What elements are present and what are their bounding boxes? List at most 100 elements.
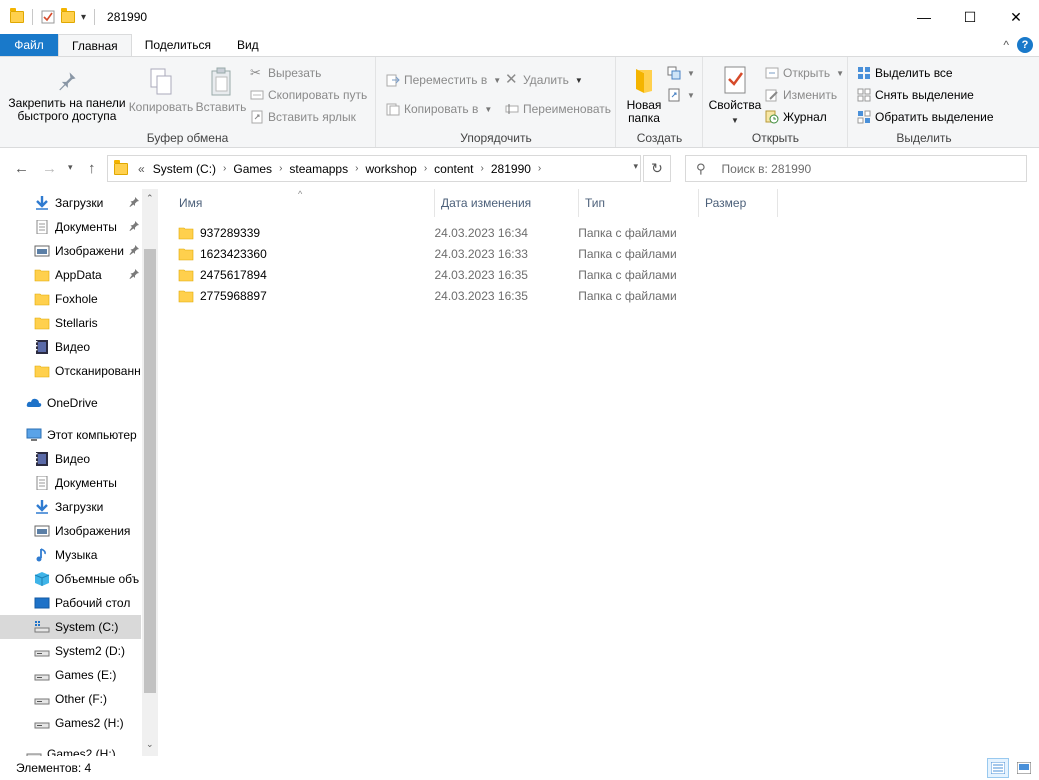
close-button[interactable]: ✕ xyxy=(993,0,1039,34)
sidebar-item[interactable]: Games2 (H:) xyxy=(0,711,141,735)
open-button[interactable]: Открыть ▼ xyxy=(765,64,844,82)
sidebar-item[interactable]: OneDrive xyxy=(0,391,141,415)
sidebar-item[interactable]: Foxhole xyxy=(0,287,141,311)
back-arrow-icon[interactable]: ← xyxy=(14,160,29,177)
sidebar-item[interactable]: System2 (D:) xyxy=(0,639,141,663)
sidebar-item[interactable]: Games2 (H:) xyxy=(0,742,141,756)
customize-toolbar-icon[interactable]: ▾ xyxy=(81,12,86,23)
properties-check-icon[interactable] xyxy=(41,10,55,24)
select-all-button[interactable]: Выделить все xyxy=(857,64,953,82)
chevron-right-icon[interactable]: › xyxy=(352,163,361,174)
table-row[interactable]: 2775968897 24.03.2023 16:35 Папка с файлам… xyxy=(178,285,698,306)
breadcrumb-item[interactable]: steamapps xyxy=(285,162,352,176)
column-header-size[interactable]: Размер xyxy=(699,189,778,217)
sidebar-item[interactable]: Other (F:) xyxy=(0,687,141,711)
minimize-button[interactable]: — xyxy=(901,0,947,34)
delete-button[interactable]: ✕ Удалить ▼ xyxy=(505,71,583,89)
forward-arrow-icon[interactable]: → xyxy=(42,160,57,177)
sidebar-item[interactable]: Отсканированн xyxy=(0,359,141,383)
divider xyxy=(94,9,96,25)
pin-icon[interactable] xyxy=(129,244,139,258)
copy-button[interactable]: Копировать xyxy=(128,67,194,114)
sidebar-scrollbar[interactable]: ⌃ ⌄ xyxy=(142,189,158,756)
invert-selection-button[interactable]: Обратить выделение xyxy=(857,108,994,126)
select-none-button[interactable]: Снять выделение xyxy=(857,86,974,104)
pin-icon[interactable] xyxy=(129,268,139,282)
paste-button[interactable]: Вставить xyxy=(194,67,248,114)
breadcrumb-item[interactable]: 281990 xyxy=(487,162,535,176)
tab-file[interactable]: Файл xyxy=(0,34,58,56)
chevron-right-icon[interactable]: › xyxy=(421,163,430,174)
new-folder-button[interactable]: Новая папка xyxy=(623,65,665,125)
sidebar-item[interactable]: Изображения xyxy=(0,519,141,543)
sidebar-item[interactable]: Загрузки xyxy=(0,495,141,519)
sidebar-item[interactable]: Объемные объ xyxy=(0,567,141,591)
search-input[interactable]: ⚲ Поиск в: 281990 xyxy=(685,155,1027,182)
help-icon[interactable]: ? xyxy=(1017,37,1033,53)
new-item-button[interactable]: ▼ xyxy=(667,64,695,82)
properties-button[interactable]: Свойства ▼ xyxy=(707,65,763,127)
edit-button[interactable]: Изменить xyxy=(765,86,837,104)
new-folder-label: Новая папка xyxy=(626,98,662,125)
column-header-name[interactable]: Имя xyxy=(173,189,435,217)
sidebar-item[interactable]: System (C:) xyxy=(0,615,141,639)
details-view-button[interactable] xyxy=(987,758,1009,778)
table-row[interactable]: 937289339 24.03.2023 16:34 Папка с файлами xyxy=(178,222,698,243)
pin-quick-access-button[interactable]: Закрепить на панели быстрого доступа xyxy=(6,69,128,123)
address-bar[interactable]: « System (C:) › Games › steamapps › work… xyxy=(107,155,641,182)
history-button[interactable]: Журнал xyxy=(765,108,827,126)
breadcrumb-item[interactable]: System (C:) xyxy=(149,162,220,176)
refresh-button[interactable]: ↻ xyxy=(643,155,671,182)
chevron-right-icon[interactable]: › xyxy=(276,163,285,174)
copy-to-button[interactable]: Копировать в ▼ xyxy=(386,100,492,118)
scrollbar-thumb[interactable] xyxy=(144,249,156,693)
breadcrumb-overflow[interactable]: « xyxy=(134,162,149,176)
breadcrumb-item[interactable]: content xyxy=(430,162,477,176)
paste-shortcut-button[interactable]: Вставить ярлык xyxy=(250,108,356,126)
tab-view[interactable]: Вид xyxy=(224,34,272,56)
move-to-button[interactable]: Переместить в ▼ xyxy=(386,71,501,89)
scroll-down-icon[interactable]: ⌄ xyxy=(146,739,154,750)
copy-path-button[interactable]: Скопировать путь xyxy=(250,86,367,104)
chevron-right-icon[interactable]: › xyxy=(220,163,229,174)
sidebar-item[interactable]: Документы xyxy=(0,215,141,239)
sidebar-item[interactable]: Видео xyxy=(0,335,141,359)
sidebar-item[interactable]: Музыка xyxy=(0,543,141,567)
up-arrow-icon[interactable]: ↑ xyxy=(88,160,96,177)
column-header-type[interactable]: Тип xyxy=(579,189,699,217)
new-folder-icon[interactable] xyxy=(61,8,75,23)
file-type: Папка с файлами xyxy=(578,267,677,282)
tab-home[interactable]: Главная xyxy=(58,34,132,56)
cut-button[interactable]: ✂ Вырезать xyxy=(250,64,321,82)
easy-access-button[interactable]: ▼ xyxy=(667,86,695,104)
table-row[interactable]: 2475617894 24.03.2023 16:35 Папка с файлам… xyxy=(178,264,698,285)
chevron-right-icon[interactable]: › xyxy=(535,163,544,174)
address-dropdown-icon[interactable]: ▾ xyxy=(633,161,638,172)
sidebar-item[interactable]: Games (E:) xyxy=(0,663,141,687)
recent-locations-icon[interactable]: ▾ xyxy=(68,162,73,173)
breadcrumb-item[interactable]: Games xyxy=(229,162,276,176)
tab-share[interactable]: Поделиться xyxy=(132,34,224,56)
rename-button[interactable]: Переименовать xyxy=(505,100,611,118)
sidebar-item[interactable]: Изображени xyxy=(0,239,141,263)
documents-icon xyxy=(34,219,50,235)
maximize-button[interactable]: ☐ xyxy=(947,0,993,34)
column-header-date[interactable]: Дата изменения xyxy=(435,189,579,217)
pin-icon[interactable] xyxy=(129,220,139,234)
sidebar-item[interactable]: Этот компьютер xyxy=(0,423,141,447)
pin-icon[interactable] xyxy=(129,196,139,210)
sidebar-item[interactable]: Видео xyxy=(0,447,141,471)
chevron-right-icon[interactable]: › xyxy=(478,163,487,174)
sidebar-item[interactable]: Stellaris xyxy=(0,311,141,335)
sidebar-item[interactable]: Рабочий стол xyxy=(0,591,141,615)
copy-label: Копировать xyxy=(128,100,194,114)
scroll-up-icon[interactable]: ⌃ xyxy=(146,193,154,204)
breadcrumb-item[interactable]: workshop xyxy=(361,162,420,176)
table-row[interactable]: 1623423360 24.03.2023 16:33 Папка с файлам… xyxy=(178,243,698,264)
large-icons-view-button[interactable] xyxy=(1013,758,1035,778)
sidebar-item[interactable]: Загрузки xyxy=(0,191,141,215)
sidebar-item[interactable]: AppData xyxy=(0,263,141,287)
sidebar-item[interactable]: Документы xyxy=(0,471,141,495)
invert-selection-label: Обратить выделение xyxy=(875,110,994,124)
collapse-ribbon-icon[interactable]: ^ xyxy=(1003,38,1009,52)
